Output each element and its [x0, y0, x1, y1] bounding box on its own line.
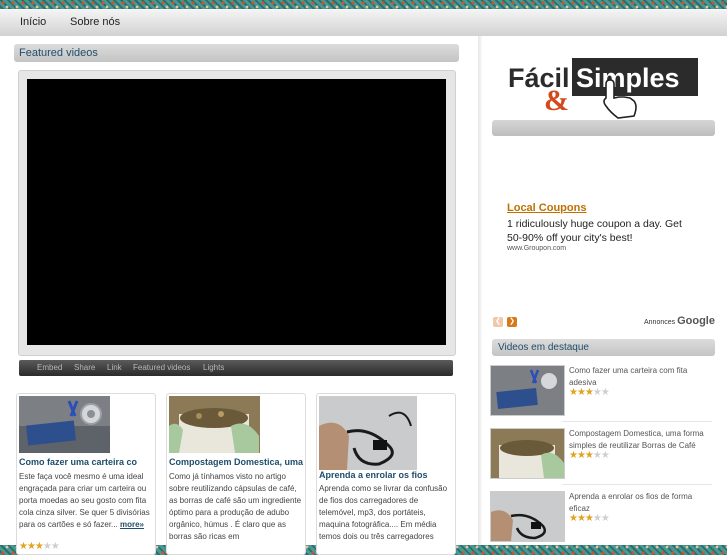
- rating-stars: ★★★★★: [569, 450, 610, 461]
- sidebar-video-item[interactable]: Aprenda a enrolar os fios de forma efica…: [490, 491, 720, 546]
- sidebar-divider-bar: [492, 120, 715, 136]
- annonces-label: Annonces: [644, 319, 676, 326]
- player-toolbar: Embed Share Link Featured videos Lights: [19, 360, 453, 376]
- ad-title-link[interactable]: Local Coupons: [507, 202, 586, 214]
- rating-stars: ★★★★★: [19, 541, 60, 552]
- sidebar-video-thumbnail[interactable]: [490, 428, 565, 479]
- card-description: Como já tínhamos visto no artigo sobre r…: [169, 472, 302, 541]
- page-body: Featured videos Embed Share Link Feature…: [0, 36, 727, 555]
- card-thumbnail[interactable]: [19, 396, 110, 453]
- sidebar-video-thumbnail[interactable]: [490, 365, 565, 416]
- logo-ampersand: &: [544, 84, 569, 117]
- nav-sobre-nos[interactable]: Sobre nós: [70, 16, 120, 28]
- card-thumbnail[interactable]: [319, 396, 417, 470]
- link-button[interactable]: Link: [107, 363, 122, 372]
- video-player-frame: [18, 70, 456, 356]
- ad-url[interactable]: www.Groupon.com: [507, 245, 566, 252]
- ad-prev-icon[interactable]: ❮: [493, 317, 503, 327]
- lights-button[interactable]: Lights: [203, 363, 224, 372]
- card-description: Aprenda como se livrar da confusão de fi…: [319, 484, 448, 541]
- separator: [562, 421, 712, 422]
- sidebar-video-title[interactable]: Como fazer uma carteira com fita adesiva: [569, 365, 711, 389]
- card-thumbnail[interactable]: [169, 396, 260, 453]
- ad-next-icon[interactable]: ❯: [507, 317, 517, 327]
- videos-em-destaque-heading: Videos em destaque: [492, 339, 715, 356]
- more-link[interactable]: more»: [120, 520, 144, 529]
- top-navigation: Início Sobre nós: [0, 9, 727, 37]
- embed-button[interactable]: Embed: [37, 363, 62, 372]
- card-title[interactable]: Compostagem Domestica, uma: [169, 457, 305, 467]
- main-column: Featured videos Embed Share Link Feature…: [0, 36, 478, 555]
- sidebar-video-item[interactable]: Compostagem Domestica, uma forma simples…: [490, 428, 720, 483]
- logo-word2: Simples: [576, 63, 680, 93]
- share-button[interactable]: Share: [74, 363, 95, 372]
- nav-inicio[interactable]: Início: [20, 16, 46, 28]
- video-card[interactable]: Como fazer uma carteira co Este faça voc…: [16, 393, 156, 555]
- site-logo[interactable]: Fácil & Simples: [506, 54, 702, 126]
- rating-stars: ★★★★★: [569, 513, 610, 524]
- card-title[interactable]: Como fazer uma carteira co: [19, 457, 155, 467]
- ad-text: 1 ridiculously huge coupon a day. Get 50…: [507, 218, 682, 244]
- ads-by-google[interactable]: Annonces Google: [644, 315, 715, 327]
- video-card[interactable]: Compostagem Domestica, uma Como já tínha…: [166, 393, 306, 555]
- video-player[interactable]: [27, 79, 446, 345]
- video-card[interactable]: Aprenda a enrolar os fios Aprenda como s…: [316, 393, 456, 555]
- google-logo: Google: [677, 315, 715, 327]
- rating-stars: ★★★★★: [569, 387, 610, 398]
- sidebar-video-thumbnail[interactable]: [490, 491, 565, 542]
- featured-videos-button[interactable]: Featured videos: [133, 363, 190, 372]
- card-title[interactable]: Aprenda a enrolar os fios: [319, 470, 455, 480]
- sidebar: Fácil & Simples Local Coupons 1 ridiculo…: [482, 36, 727, 545]
- separator: [562, 484, 712, 485]
- featured-videos-heading: Featured videos: [14, 44, 459, 62]
- sidebar-video-title[interactable]: Aprenda a enrolar os fios de forma efica…: [569, 491, 711, 515]
- sidebar-video-title[interactable]: Compostagem Domestica, uma forma simples…: [569, 428, 711, 452]
- sidebar-video-item[interactable]: Como fazer uma carteira com fita adesiva…: [490, 365, 720, 420]
- card-description: Este faça você mesmo é uma ideal engraça…: [19, 471, 153, 531]
